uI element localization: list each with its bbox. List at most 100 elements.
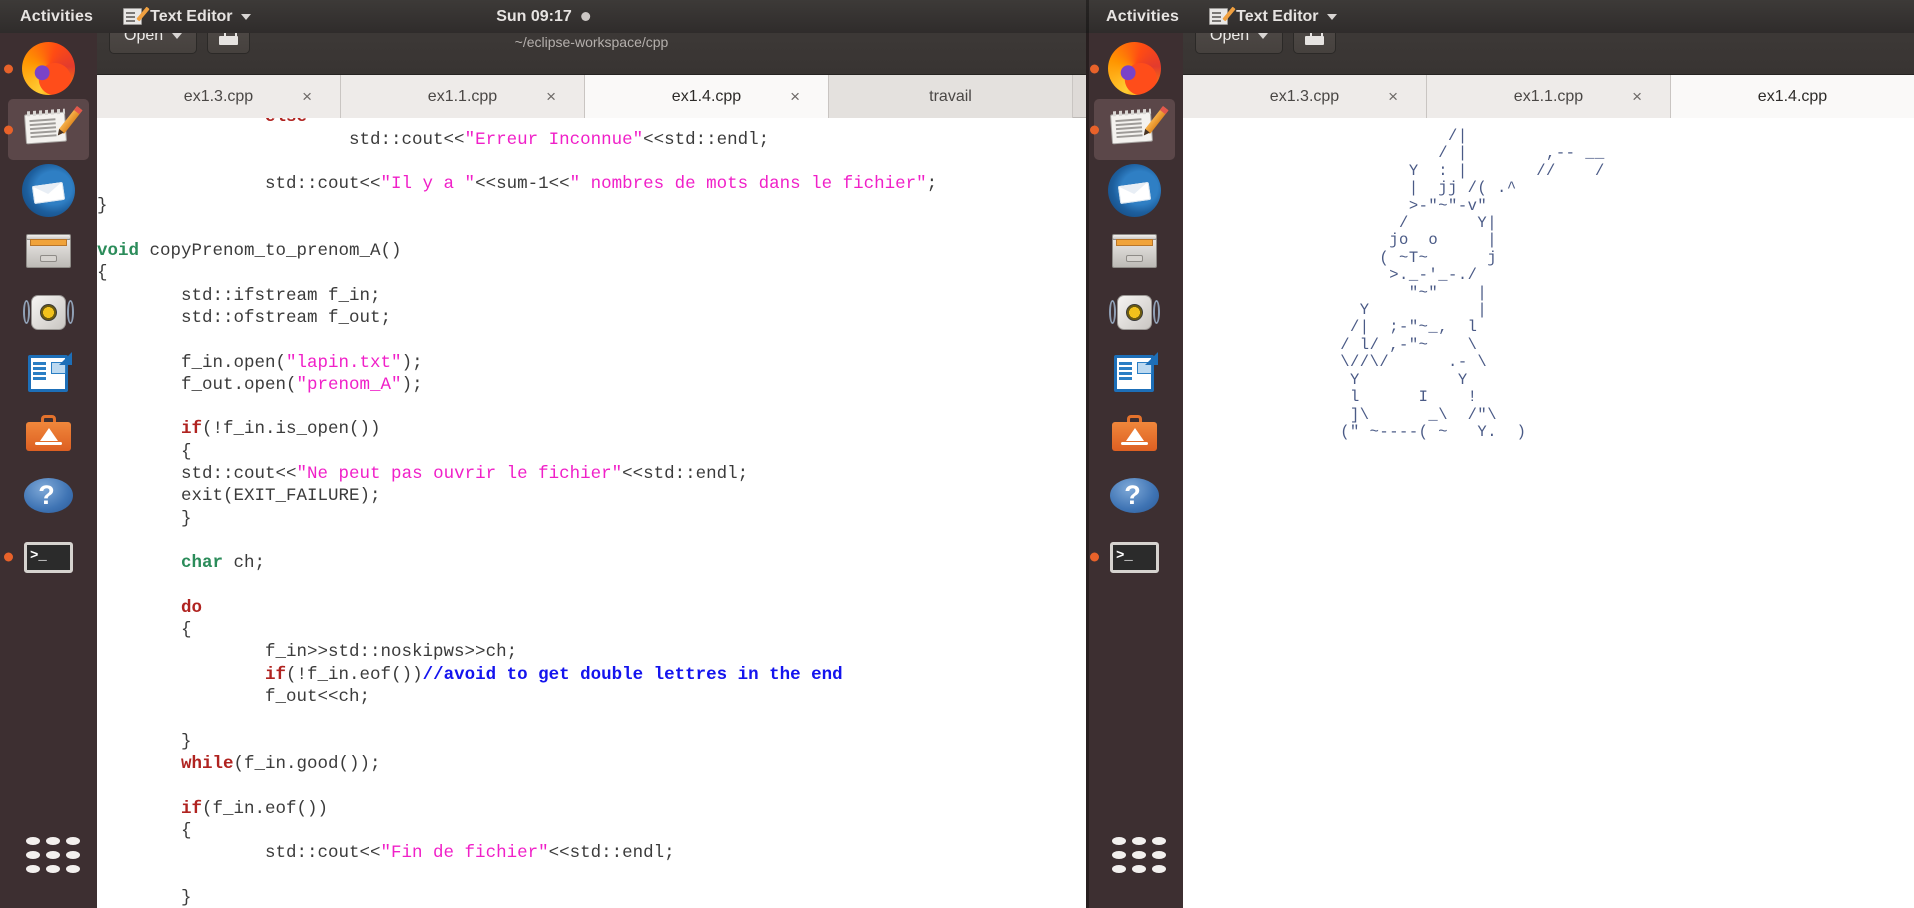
code-token: std::ifstream f_in; [97, 285, 381, 306]
dock-item-libreoffice[interactable] [8, 343, 89, 404]
code-line: else [97, 118, 1086, 129]
code-token: (!f_in.eof()) [286, 664, 423, 685]
code-line: std::cout<<"Il y a "<<sum-1<<" nombres d… [97, 173, 1086, 195]
gedit-icon [123, 8, 143, 25]
thunderbird-icon [1108, 164, 1161, 217]
ascii-art-rabbit[interactable]: /| / | ,-- __ Y : | // / | jj /( .^ >-"~… [1183, 118, 1914, 908]
tab-ex1-4-cpp[interactable]: ex1.4.cpp × [585, 75, 829, 118]
code-token: std::cout<< [97, 464, 297, 485]
dock-item-files[interactable] [8, 221, 89, 282]
help-question-icon: ? [22, 469, 75, 522]
app-grid-icon[interactable] [8, 824, 89, 884]
dock-item-thunderbird[interactable] [8, 160, 89, 221]
software-toolbox-icon [1108, 408, 1161, 461]
app-menu-label: Text Editor [150, 7, 233, 25]
code-token: ); [401, 352, 423, 373]
code-editor-left[interactable]: std::cout<<"Ne peut pas lire le fichier"… [97, 118, 1086, 908]
code-line: if(f_in.eof()) [97, 798, 1086, 820]
office-document-icon [22, 347, 75, 400]
dock-item-text-editor[interactable] [4, 99, 89, 160]
music-player-icon [22, 286, 75, 339]
code-token: } [97, 196, 108, 217]
code-line: } [97, 195, 1086, 217]
dock-item-help[interactable]: ? [1094, 465, 1175, 526]
dock-item-ubuntu-software[interactable] [1094, 404, 1175, 465]
tab-label: travail [929, 87, 972, 105]
code-token: f_in>>std::noskipws>>ch; [97, 642, 518, 663]
dock-item-firefox[interactable] [4, 38, 89, 99]
close-icon[interactable]: × [1632, 87, 1642, 107]
close-icon[interactable]: × [302, 87, 312, 107]
firefox-icon [1108, 42, 1161, 95]
activities-button-right[interactable]: Activities [1106, 8, 1179, 26]
tab-ex1-1-cpp[interactable]: ex1.1.cpp × [1427, 75, 1671, 118]
dock-item-help[interactable]: ? [8, 465, 89, 526]
ubuntu-dock-right: ? >_ [1086, 33, 1183, 908]
app-grid-icon[interactable] [1094, 824, 1175, 884]
software-toolbox-icon [22, 408, 75, 461]
code-line: } [97, 887, 1086, 908]
text-editor-window-left: Activities Text Editor Sun 09:17 ? >_ Op… [0, 0, 1086, 908]
dock-item-text-editor[interactable] [1090, 99, 1175, 160]
code-line: { [97, 441, 1086, 463]
dock-item-rhythmbox[interactable] [8, 282, 89, 343]
close-icon[interactable]: × [546, 87, 556, 107]
dock-item-rhythmbox[interactable] [1094, 282, 1175, 343]
dock-item-terminal[interactable]: >_ [1090, 526, 1175, 587]
code-token: <<sum-1<< [475, 174, 570, 195]
running-indicator-dot [1090, 125, 1099, 134]
running-indicator-dot [4, 125, 13, 134]
dock-item-ubuntu-software[interactable] [8, 404, 89, 465]
code-token: <<std::endl; [643, 129, 770, 150]
chevron-down-icon [1258, 33, 1269, 39]
code-token: "Erreur Inconnue" [464, 129, 644, 150]
clock-area[interactable]: Sun 09:17 [496, 8, 590, 26]
dock-item-files[interactable] [1094, 221, 1175, 282]
app-menu-button-right[interactable]: Text Editor [1209, 8, 1337, 26]
terminal-icon: >_ [22, 530, 75, 583]
tab-label: ex1.1.cpp [1513, 87, 1584, 105]
code-token: { [97, 620, 192, 641]
dock-item-firefox[interactable] [1090, 38, 1175, 99]
close-icon[interactable]: × [790, 87, 800, 107]
code-token: char [181, 553, 224, 574]
running-indicator-dot [4, 552, 13, 561]
code-token: f_in.open( [97, 352, 287, 373]
tab-bar-right: ex1.3.cpp × ex1.1.cpp × ex1.4.cpp [1183, 75, 1914, 118]
close-icon[interactable]: × [1388, 87, 1398, 107]
code-token: copyPrenom_to_prenom_A() [139, 241, 402, 262]
code-line: f_in>>std::noskipws>>ch; [97, 641, 1086, 663]
gedit-window-right: Open ex1.3.cpp × ex1.1.cpp × ex1.4.cpp /… [1183, 0, 1914, 908]
tab-ex1-1-cpp[interactable]: ex1.1.cpp × [341, 75, 585, 118]
tab-ex1-4-cpp[interactable]: ex1.4.cpp [1671, 75, 1914, 118]
dock-item-terminal[interactable]: >_ [4, 526, 89, 587]
code-token: "Fin de fichier" [380, 843, 549, 864]
window-subtitle-left: ~/eclipse-workspace/cpp [514, 34, 669, 50]
code-token: std::cout<< [97, 174, 381, 195]
tab-ex1-3-cpp[interactable]: ex1.3.cpp × [97, 75, 341, 118]
dock-item-thunderbird[interactable] [1094, 160, 1175, 221]
code-line: { [97, 262, 1086, 284]
code-token: "lapin.txt" [286, 352, 402, 373]
tab-ex1-3-cpp[interactable]: ex1.3.cpp × [1183, 75, 1427, 118]
code-token: (f_in.good()); [233, 753, 381, 774]
dock-item-libreoffice[interactable] [1094, 343, 1175, 404]
tab-label: ex1.3.cpp [1269, 87, 1340, 105]
gedit-window-left: Open ex1.4.cpp ~/eclipse-workspace/cpp e… [97, 0, 1086, 908]
activities-button[interactable]: Activities [20, 8, 93, 26]
app-menu-button[interactable]: Text Editor [123, 7, 251, 26]
tab-travail[interactable]: travail [829, 75, 1073, 118]
code-token: //avoid to get double lettres in the end [422, 664, 843, 685]
code-token: { [97, 820, 192, 841]
code-line: if(!f_in.is_open()) [97, 418, 1086, 440]
